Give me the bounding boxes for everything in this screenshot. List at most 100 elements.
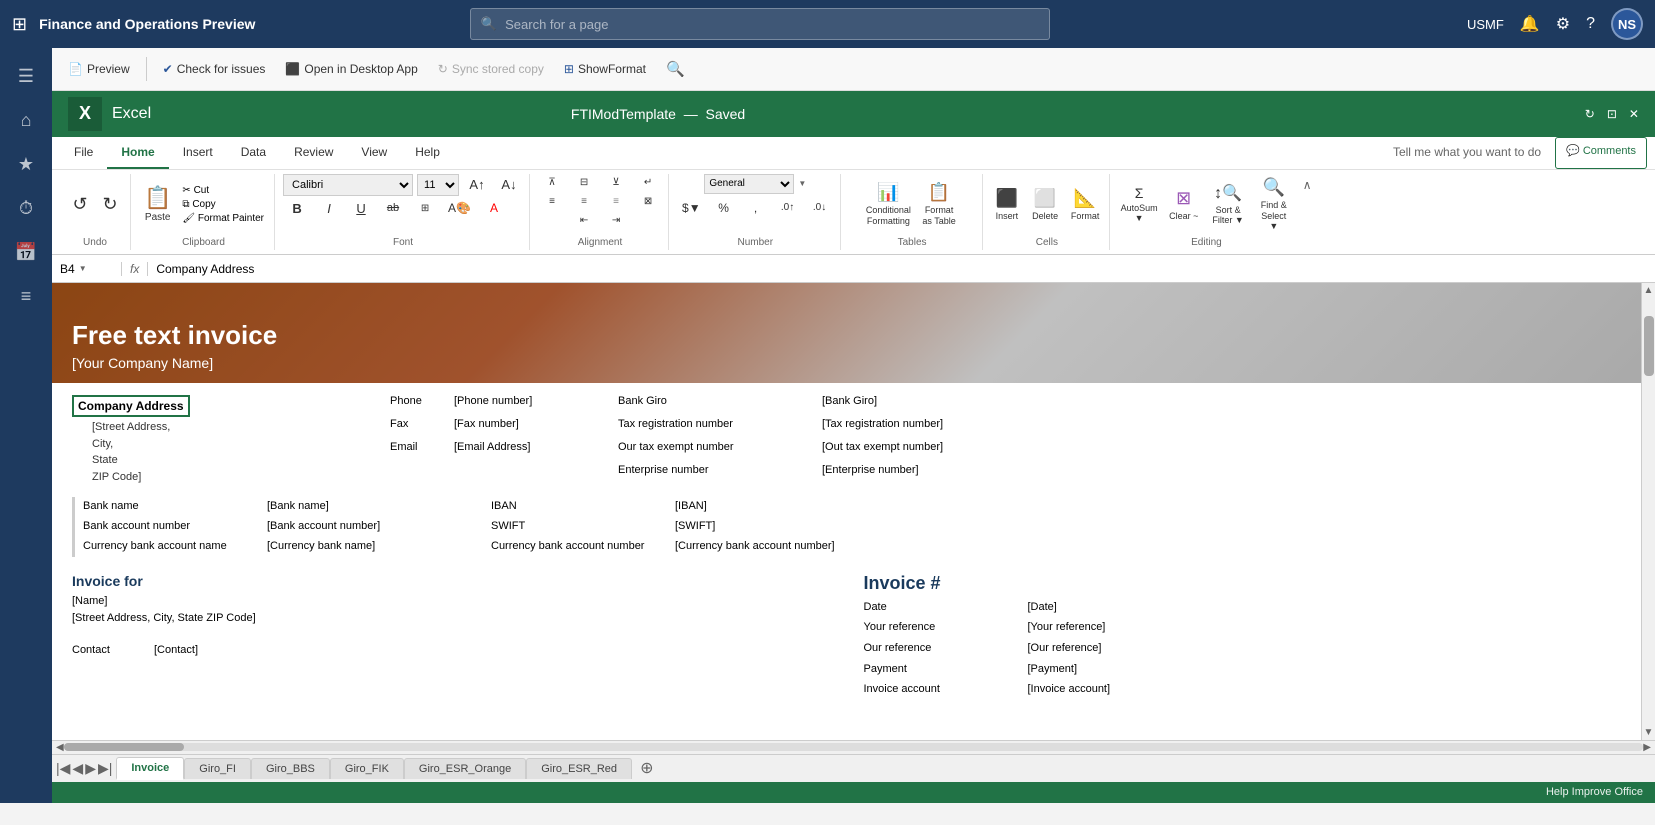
search-bar[interactable]: 🔍 Search for a page bbox=[470, 8, 1050, 40]
avatar[interactable]: NS bbox=[1611, 8, 1643, 40]
tab-file[interactable]: File bbox=[60, 137, 107, 169]
show-format-button[interactable]: ⊞ ShowFormat bbox=[556, 58, 654, 80]
align-left-button[interactable]: ≡ bbox=[538, 193, 566, 210]
font-color-button[interactable]: A bbox=[480, 198, 508, 218]
tab-insert[interactable]: Insert bbox=[169, 137, 227, 169]
undo-button[interactable]: ↺ bbox=[66, 191, 94, 218]
tab-giro-esr-orange[interactable]: Giro_ESR_Orange bbox=[404, 758, 526, 779]
window-resize-icon[interactable]: ↻ bbox=[1585, 107, 1595, 121]
window-expand-icon[interactable]: ⊡ bbox=[1607, 107, 1617, 121]
copy-button[interactable]: ⧉ Copy bbox=[178, 198, 268, 211]
company-name-placeholder: [Your Company Name] bbox=[72, 355, 1635, 371]
align-middle-button[interactable]: ⊟ bbox=[570, 174, 598, 191]
increase-font-button[interactable]: A↑ bbox=[463, 175, 491, 194]
clear-button[interactable]: ⊠ Clear ~ bbox=[1164, 185, 1203, 224]
font-size-select[interactable]: 11 bbox=[417, 174, 459, 196]
tab-giro-fik[interactable]: Giro_FIK bbox=[330, 758, 404, 779]
align-top-button[interactable]: ⊼ bbox=[538, 174, 566, 191]
tab-view[interactable]: View bbox=[347, 137, 401, 169]
sidebar-icon-home[interactable]: ⌂ bbox=[6, 100, 46, 140]
cut-button[interactable]: ✂ Cut bbox=[178, 184, 268, 197]
fill-color-button[interactable]: A🎨 bbox=[443, 198, 476, 218]
border-button[interactable]: ⊞ bbox=[411, 200, 439, 217]
grid-icon[interactable]: ⊞ bbox=[12, 14, 27, 35]
tab-giro-fi[interactable]: Giro_FI bbox=[184, 758, 251, 779]
indent-increase-button[interactable]: ⇥ bbox=[602, 212, 630, 229]
bold-button[interactable]: B bbox=[283, 198, 311, 219]
delete-cells-button[interactable]: ⬜ Delete bbox=[1027, 185, 1063, 224]
insert-cells-button[interactable]: ⬛ Insert bbox=[991, 185, 1024, 224]
percent-button[interactable]: % bbox=[710, 198, 738, 218]
sheet-nav-last[interactable]: ▶| bbox=[98, 760, 112, 777]
sidebar-icon-calendar[interactable]: 📅 bbox=[6, 232, 46, 272]
sheet-nav-first[interactable]: |◀ bbox=[56, 760, 70, 777]
decrease-font-button[interactable]: A↓ bbox=[495, 175, 523, 194]
settings-icon[interactable]: ⚙ bbox=[1556, 14, 1570, 34]
sidebar-icon-star[interactable]: ★ bbox=[6, 144, 46, 184]
sidebar-icon-list[interactable]: ≡ bbox=[6, 276, 46, 316]
tell-me-input[interactable]: Tell me what you want to do bbox=[1379, 137, 1555, 169]
tab-invoice[interactable]: Invoice bbox=[116, 757, 184, 780]
cell-reference[interactable]: B4 ▼ bbox=[52, 262, 122, 276]
tab-help[interactable]: Help bbox=[401, 137, 454, 169]
cells-label: Cells bbox=[991, 235, 1104, 250]
font-family-select[interactable]: Calibri bbox=[283, 174, 413, 196]
merge-button[interactable]: ⊠ bbox=[634, 193, 662, 210]
window-close-icon[interactable]: ✕ bbox=[1629, 107, 1639, 121]
strikethrough-button[interactable]: ab bbox=[379, 199, 407, 217]
open-desktop-button[interactable]: ⬛ Open in Desktop App bbox=[277, 58, 425, 80]
h-scroll-track[interactable] bbox=[64, 743, 1644, 751]
format-table-button[interactable]: 📋 Formatas Table bbox=[917, 179, 960, 230]
sync-button[interactable]: ↻ Sync stored copy bbox=[430, 58, 552, 80]
align-center-button[interactable]: ≡ bbox=[570, 193, 598, 210]
contact-row: Contact [Contact] bbox=[72, 644, 844, 656]
bell-icon[interactable]: 🔔 bbox=[1520, 14, 1540, 34]
tab-giro-esr-red[interactable]: Giro_ESR_Red bbox=[526, 758, 632, 779]
excel-header: X Excel FTIModTemplate — Saved ↻ ⊡ ✕ bbox=[52, 91, 1655, 137]
tab-data[interactable]: Data bbox=[227, 137, 280, 169]
v-scroll-thumb[interactable] bbox=[1644, 316, 1654, 376]
redo-button[interactable]: ↻ bbox=[96, 191, 124, 218]
tab-home[interactable]: Home bbox=[107, 137, 168, 169]
horizontal-scrollbar[interactable]: ◀ ▶ bbox=[52, 740, 1655, 754]
add-sheet-button[interactable]: ⊕ bbox=[632, 758, 661, 778]
indent-decrease-button[interactable]: ⇤ bbox=[570, 212, 598, 229]
search-doc-icon[interactable]: 🔍 bbox=[666, 60, 685, 78]
format-cells-button[interactable]: 📐 Format bbox=[1067, 185, 1103, 224]
find-select-button[interactable]: 🔍 Find &Select ▼ bbox=[1253, 174, 1295, 235]
autosum-button[interactable]: Σ AutoSum ▼ bbox=[1118, 182, 1160, 226]
comma-button[interactable]: , bbox=[742, 198, 770, 218]
ribbon-collapse[interactable]: ∧ bbox=[1303, 174, 1312, 250]
italic-button[interactable]: I bbox=[315, 198, 343, 219]
dec-decimal-button[interactable]: .0↓ bbox=[806, 199, 834, 216]
inc-decimal-button[interactable]: .0↑ bbox=[774, 199, 802, 216]
help-improve[interactable]: Help Improve Office bbox=[1546, 786, 1643, 798]
sidebar-icon-recent[interactable]: ⏱ bbox=[6, 188, 46, 228]
number-format-select[interactable]: General bbox=[704, 174, 794, 194]
sidebar-icon-menu[interactable]: ☰ bbox=[6, 56, 46, 96]
sheet-nav-next[interactable]: ▶ bbox=[85, 760, 96, 777]
spreadsheet[interactable]: Free text invoice [Your Company Name] Co… bbox=[52, 283, 1655, 739]
align-bottom-button[interactable]: ⊻ bbox=[602, 174, 630, 191]
wrap-text-button[interactable]: ↵ bbox=[634, 174, 662, 191]
date-value: [Date] bbox=[1028, 598, 1228, 617]
tab-review[interactable]: Review bbox=[280, 137, 347, 169]
vertical-scrollbar[interactable]: ▲ ▼ bbox=[1641, 283, 1655, 739]
comments-button[interactable]: 💬 Comments bbox=[1555, 137, 1647, 169]
check-issues-button[interactable]: ✔ Check for issues bbox=[155, 58, 274, 80]
underline-button[interactable]: U bbox=[347, 198, 375, 219]
tab-giro-bbs[interactable]: Giro_BBS bbox=[251, 758, 330, 779]
help-icon[interactable]: ? bbox=[1586, 15, 1595, 33]
format-table-icon: 📋 bbox=[928, 182, 950, 203]
group-undo: ↺ ↻ Undo bbox=[60, 174, 131, 250]
preview-button[interactable]: 📄 Preview bbox=[60, 58, 138, 80]
h-scroll-thumb[interactable] bbox=[64, 743, 184, 751]
alignment-label: Alignment bbox=[538, 235, 662, 250]
sheet-nav-prev[interactable]: ◀ bbox=[72, 760, 83, 777]
align-right-button[interactable]: ≡ bbox=[602, 193, 630, 210]
sort-filter-button[interactable]: ↕🔍 Sort &Filter ▼ bbox=[1207, 180, 1248, 230]
format-painter-button[interactable]: 🖌 Format Painter bbox=[178, 212, 268, 225]
conditional-formatting-button[interactable]: 📊 ConditionalFormatting bbox=[863, 179, 913, 230]
currency-button[interactable]: $▼ bbox=[677, 198, 706, 218]
paste-button[interactable]: 📋 Paste bbox=[139, 182, 176, 226]
